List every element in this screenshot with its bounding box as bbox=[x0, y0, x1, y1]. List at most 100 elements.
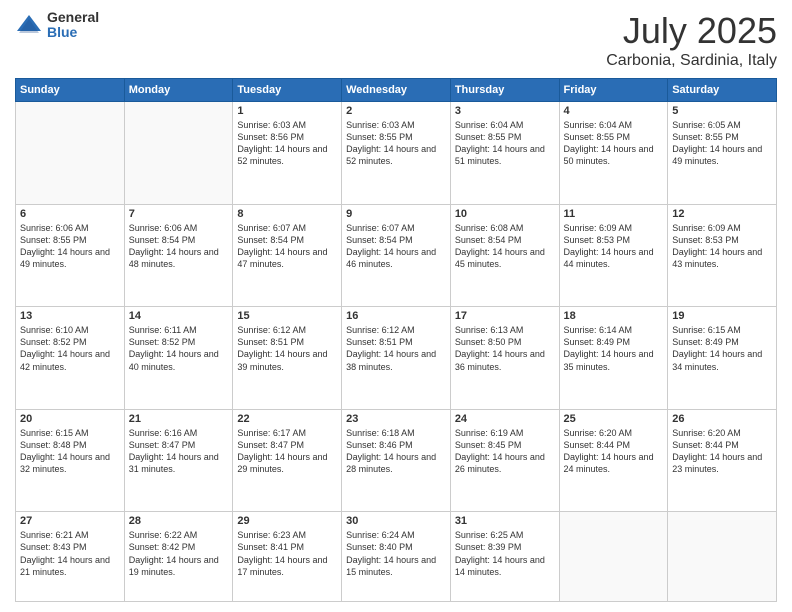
day-info: Sunrise: 6:20 AM Sunset: 8:44 PM Dayligh… bbox=[672, 427, 772, 476]
col-saturday: Saturday bbox=[668, 79, 777, 102]
table-row: 29 Sunrise: 6:23 AM Sunset: 8:41 PM Dayli… bbox=[233, 512, 342, 602]
day-info: Sunrise: 6:07 AM Sunset: 8:54 PM Dayligh… bbox=[237, 222, 337, 271]
day-info: Sunrise: 6:03 AM Sunset: 8:55 PM Dayligh… bbox=[346, 119, 446, 168]
day-info: Sunrise: 6:24 AM Sunset: 8:40 PM Dayligh… bbox=[346, 529, 446, 578]
logo: General Blue bbox=[15, 10, 99, 41]
day-number: 10 bbox=[455, 208, 555, 220]
day-number: 28 bbox=[129, 515, 229, 527]
table-row bbox=[124, 102, 233, 205]
day-number: 11 bbox=[564, 208, 664, 220]
col-wednesday: Wednesday bbox=[342, 79, 451, 102]
day-info: Sunrise: 6:09 AM Sunset: 8:53 PM Dayligh… bbox=[672, 222, 772, 271]
day-info: Sunrise: 6:16 AM Sunset: 8:47 PM Dayligh… bbox=[129, 427, 229, 476]
day-number: 31 bbox=[455, 515, 555, 527]
day-number: 8 bbox=[237, 208, 337, 220]
logo-icon bbox=[15, 11, 43, 39]
col-friday: Friday bbox=[559, 79, 668, 102]
day-number: 30 bbox=[346, 515, 446, 527]
table-row: 9 Sunrise: 6:07 AM Sunset: 8:54 PM Daylig… bbox=[342, 204, 451, 307]
day-number: 25 bbox=[564, 413, 664, 425]
day-number: 1 bbox=[237, 105, 337, 117]
day-number: 5 bbox=[672, 105, 772, 117]
day-info: Sunrise: 6:06 AM Sunset: 8:55 PM Dayligh… bbox=[20, 222, 120, 271]
day-number: 9 bbox=[346, 208, 446, 220]
day-info: Sunrise: 6:25 AM Sunset: 8:39 PM Dayligh… bbox=[455, 529, 555, 578]
table-row: 10 Sunrise: 6:08 AM Sunset: 8:54 PM Dayli… bbox=[450, 204, 559, 307]
day-number: 13 bbox=[20, 310, 120, 322]
day-number: 3 bbox=[455, 105, 555, 117]
table-row: 2 Sunrise: 6:03 AM Sunset: 8:55 PM Daylig… bbox=[342, 102, 451, 205]
day-info: Sunrise: 6:22 AM Sunset: 8:42 PM Dayligh… bbox=[129, 529, 229, 578]
table-row: 4Sunrise: 6:04 AM Sunset: 8:55 PM Daylig… bbox=[559, 102, 668, 205]
table-row: 23 Sunrise: 6:18 AM Sunset: 8:46 PM Dayli… bbox=[342, 409, 451, 512]
day-info: Sunrise: 6:05 AM Sunset: 8:55 PM Dayligh… bbox=[672, 119, 772, 168]
calendar-header-row: Sunday Monday Tuesday Wednesday Thursday… bbox=[16, 79, 777, 102]
table-row: 17Sunrise: 6:13 AM Sunset: 8:50 PM Dayli… bbox=[450, 307, 559, 410]
day-info: Sunrise: 6:11 AM Sunset: 8:52 PM Dayligh… bbox=[129, 324, 229, 373]
title-block: July 2025 Carbonia, Sardinia, Italy bbox=[606, 10, 777, 70]
day-info: Sunrise: 6:12 AM Sunset: 8:51 PM Dayligh… bbox=[237, 324, 337, 373]
day-number: 21 bbox=[129, 413, 229, 425]
table-row: 15 Sunrise: 6:12 AM Sunset: 8:51 PM Dayli… bbox=[233, 307, 342, 410]
day-info: Sunrise: 6:06 AM Sunset: 8:54 PM Dayligh… bbox=[129, 222, 229, 271]
day-number: 18 bbox=[564, 310, 664, 322]
day-number: 15 bbox=[237, 310, 337, 322]
table-row: 31 Sunrise: 6:25 AM Sunset: 8:39 PM Dayli… bbox=[450, 512, 559, 602]
day-info: Sunrise: 6:15 AM Sunset: 8:48 PM Dayligh… bbox=[20, 427, 120, 476]
day-number: 6 bbox=[20, 208, 120, 220]
table-row: 28 Sunrise: 6:22 AM Sunset: 8:42 PM Dayli… bbox=[124, 512, 233, 602]
logo-text: General Blue bbox=[47, 10, 99, 41]
day-info: Sunrise: 6:07 AM Sunset: 8:54 PM Dayligh… bbox=[346, 222, 446, 271]
main-title: July 2025 bbox=[606, 10, 777, 52]
day-number: 29 bbox=[237, 515, 337, 527]
table-row: 24 Sunrise: 6:19 AM Sunset: 8:45 PM Dayli… bbox=[450, 409, 559, 512]
table-row: 11 Sunrise: 6:09 AM Sunset: 8:53 PM Dayli… bbox=[559, 204, 668, 307]
day-number: 4 bbox=[564, 105, 664, 117]
table-row: 20 Sunrise: 6:15 AM Sunset: 8:48 PM Dayli… bbox=[16, 409, 125, 512]
col-sunday: Sunday bbox=[16, 79, 125, 102]
logo-general: General bbox=[47, 10, 99, 25]
day-info: Sunrise: 6:09 AM Sunset: 8:53 PM Dayligh… bbox=[564, 222, 664, 271]
day-info: Sunrise: 6:04 AM Sunset: 8:55 PM Dayligh… bbox=[455, 119, 555, 168]
day-number: 22 bbox=[237, 413, 337, 425]
day-info: Sunrise: 6:19 AM Sunset: 8:45 PM Dayligh… bbox=[455, 427, 555, 476]
day-number: 7 bbox=[129, 208, 229, 220]
table-row: 1 Sunrise: 6:03 AM Sunset: 8:56 PM Daylig… bbox=[233, 102, 342, 205]
day-info: Sunrise: 6:20 AM Sunset: 8:44 PM Dayligh… bbox=[564, 427, 664, 476]
table-row: 6 Sunrise: 6:06 AM Sunset: 8:55 PM Daylig… bbox=[16, 204, 125, 307]
table-row: 30 Sunrise: 6:24 AM Sunset: 8:40 PM Dayli… bbox=[342, 512, 451, 602]
page: General Blue July 2025 Carbonia, Sardini… bbox=[0, 0, 792, 612]
table-row: 3 Sunrise: 6:04 AM Sunset: 8:55 PM Daylig… bbox=[450, 102, 559, 205]
table-row: 12 Sunrise: 6:09 AM Sunset: 8:53 PM Dayli… bbox=[668, 204, 777, 307]
table-row: 13 Sunrise: 6:10 AM Sunset: 8:52 PM Dayli… bbox=[16, 307, 125, 410]
calendar-table: Sunday Monday Tuesday Wednesday Thursday… bbox=[15, 78, 777, 602]
table-row: 16 Sunrise: 6:12 AM Sunset: 8:51 PM Dayli… bbox=[342, 307, 451, 410]
day-info: Sunrise: 6:18 AM Sunset: 8:46 PM Dayligh… bbox=[346, 427, 446, 476]
day-number: 23 bbox=[346, 413, 446, 425]
day-info: Sunrise: 6:15 AM Sunset: 8:49 PM Dayligh… bbox=[672, 324, 772, 373]
table-row: 5 Sunrise: 6:05 AM Sunset: 8:55 PM Daylig… bbox=[668, 102, 777, 205]
day-number: 16 bbox=[346, 310, 446, 322]
table-row: 27Sunrise: 6:21 AM Sunset: 8:43 PM Dayli… bbox=[16, 512, 125, 602]
day-info: Sunrise: 6:10 AM Sunset: 8:52 PM Dayligh… bbox=[20, 324, 120, 373]
col-monday: Monday bbox=[124, 79, 233, 102]
day-info: Sunrise: 6:12 AM Sunset: 8:51 PM Dayligh… bbox=[346, 324, 446, 373]
day-number: 26 bbox=[672, 413, 772, 425]
day-number: 20 bbox=[20, 413, 120, 425]
day-number: 12 bbox=[672, 208, 772, 220]
day-number: 2 bbox=[346, 105, 446, 117]
day-info: Sunrise: 6:08 AM Sunset: 8:54 PM Dayligh… bbox=[455, 222, 555, 271]
day-info: Sunrise: 6:13 AM Sunset: 8:50 PM Dayligh… bbox=[455, 324, 555, 373]
table-row: 18Sunrise: 6:14 AM Sunset: 8:49 PM Dayli… bbox=[559, 307, 668, 410]
table-row bbox=[668, 512, 777, 602]
logo-blue: Blue bbox=[47, 25, 99, 40]
day-info: Sunrise: 6:23 AM Sunset: 8:41 PM Dayligh… bbox=[237, 529, 337, 578]
day-info: Sunrise: 6:03 AM Sunset: 8:56 PM Dayligh… bbox=[237, 119, 337, 168]
day-number: 24 bbox=[455, 413, 555, 425]
day-number: 19 bbox=[672, 310, 772, 322]
day-number: 27 bbox=[20, 515, 120, 527]
day-number: 14 bbox=[129, 310, 229, 322]
day-info: Sunrise: 6:17 AM Sunset: 8:47 PM Dayligh… bbox=[237, 427, 337, 476]
table-row: 21 Sunrise: 6:16 AM Sunset: 8:47 PM Dayli… bbox=[124, 409, 233, 512]
table-row: 19 Sunrise: 6:15 AM Sunset: 8:49 PM Dayli… bbox=[668, 307, 777, 410]
